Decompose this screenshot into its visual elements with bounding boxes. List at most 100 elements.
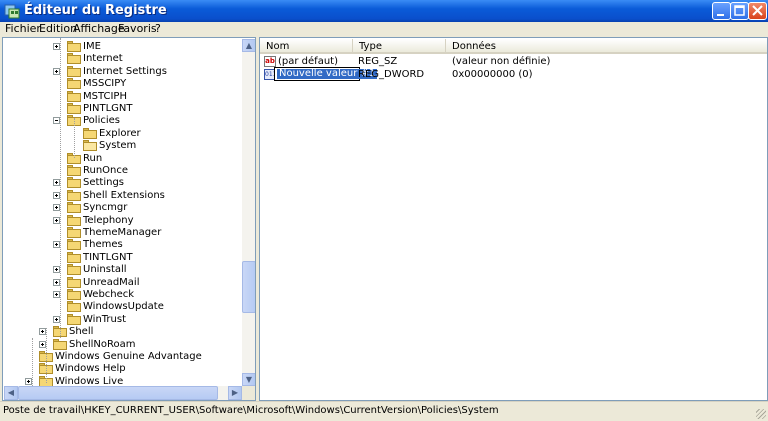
folder-icon <box>67 264 81 276</box>
expand-icon[interactable] <box>53 191 60 199</box>
string-value-icon: ab <box>264 56 276 67</box>
expand-icon[interactable] <box>53 278 60 286</box>
tree-item[interactable]: Internet Settings <box>3 65 241 78</box>
folder-icon <box>67 202 81 214</box>
value-type: REG_SZ <box>358 56 398 67</box>
column-header-type[interactable]: Type <box>353 39 446 54</box>
tree-item[interactable]: RunOnce <box>3 165 241 177</box>
tree-vertical-scrollbar[interactable]: ▲ ▼ <box>242 39 255 386</box>
scroll-thumb[interactable] <box>242 261 255 313</box>
menu-edition[interactable]: Edition <box>39 22 77 35</box>
folder-icon <box>67 289 81 300</box>
rename-value-input[interactable]: Nouvelle valeur #1 <box>274 67 378 81</box>
expand-icon[interactable] <box>25 377 32 385</box>
tree-item[interactable]: Shell Extensions <box>3 189 241 202</box>
registry-values-list[interactable]: Nom Type Données ab (par défaut) REG_SZ … <box>259 37 768 401</box>
tree-item-label: RunOnce <box>83 165 129 176</box>
menu-favoris[interactable]: Favoris <box>118 22 157 35</box>
scroll-left-button[interactable]: ◀ <box>4 386 18 400</box>
expand-icon[interactable] <box>53 179 60 187</box>
tree-item[interactable]: Run <box>3 152 241 165</box>
tree-item[interactable]: Windows Genuine Advantage <box>3 351 241 363</box>
tree-item[interactable]: ShellNoRoam <box>3 338 241 351</box>
tree-item[interactable]: Windows Help <box>3 363 241 375</box>
tree-item-label: Windows Help <box>55 363 126 375</box>
scroll-down-button[interactable]: ▼ <box>242 373 255 386</box>
expand-icon[interactable] <box>39 340 46 348</box>
tree-item[interactable]: MSSCIPY <box>3 78 241 90</box>
expand-icon[interactable] <box>53 216 60 224</box>
hscroll-thumb[interactable] <box>18 386 218 400</box>
scroll-up-button[interactable]: ▲ <box>242 39 255 52</box>
tree-item[interactable]: UnreadMail <box>3 276 241 289</box>
tree-item-label: Telephony <box>83 214 134 226</box>
menu-help[interactable]: ? <box>155 22 161 35</box>
value-data: 0x00000000 (0) <box>452 69 533 80</box>
menu-bar: Fichier Edition Affichage Favoris ? <box>0 22 768 36</box>
tree-item[interactable]: Telephony <box>3 214 241 227</box>
tree-item[interactable]: Themes <box>3 239 241 251</box>
value-type: REG_DWORD <box>358 69 425 80</box>
tree-item-label: IME <box>83 41 101 52</box>
expand-icon[interactable] <box>53 67 60 75</box>
folder-icon <box>67 301 81 313</box>
maximize-button[interactable] <box>730 2 749 20</box>
folder-icon <box>67 251 81 263</box>
status-path: Poste de travail\HKEY_CURRENT_USER\Softw… <box>3 405 499 416</box>
tree-item[interactable]: Policies <box>3 115 241 127</box>
resize-grip-icon[interactable] <box>756 409 766 419</box>
folder-icon <box>67 165 81 176</box>
expand-icon[interactable] <box>53 43 60 50</box>
folder-icon <box>67 78 81 90</box>
expand-icon[interactable] <box>53 291 60 298</box>
menu-fichier[interactable]: Fichier <box>5 22 41 35</box>
close-icon <box>752 5 763 16</box>
column-header-nom[interactable]: Nom <box>260 39 353 54</box>
folder-icon <box>53 338 67 350</box>
tree-horizontal-scrollbar[interactable]: ◀ ▶ <box>4 386 242 400</box>
tree-item[interactable]: Webcheck <box>3 289 241 301</box>
value-row[interactable]: 011 Nouvelle valeur #1 REG_DWORD 0x00000… <box>260 67 767 81</box>
tree-item-label: Shell Extensions <box>83 189 165 201</box>
expand-icon[interactable] <box>53 241 60 249</box>
tree-item[interactable]: Explorer <box>3 127 241 140</box>
tree-item[interactable]: Internet <box>3 53 241 65</box>
folder-icon <box>83 127 97 139</box>
expand-icon[interactable] <box>39 328 46 336</box>
menu-affichage[interactable]: Affichage <box>73 22 125 35</box>
tree-item-label: Run <box>83 152 103 164</box>
registry-key-tree[interactable]: IME Internet Internet Settings MSSCIPY MSTCI… <box>2 37 256 401</box>
folder-icon <box>67 103 81 114</box>
close-button[interactable] <box>748 2 767 20</box>
tree-item-label: Internet <box>83 53 123 65</box>
tree-guide-line <box>46 328 47 383</box>
tree-item-label: Syncmgr <box>83 202 128 214</box>
column-header-donnees[interactable]: Données <box>446 39 767 54</box>
expand-icon[interactable] <box>53 204 60 212</box>
scroll-right-button[interactable]: ▶ <box>228 386 242 400</box>
tree-guide-line <box>74 118 75 158</box>
tree-item[interactable]: IME <box>3 41 241 53</box>
tree-item[interactable]: PINTLGNT <box>3 103 241 115</box>
tree-item[interactable]: ThemeManager <box>3 227 241 239</box>
folder-icon <box>67 227 81 238</box>
open-folder-icon <box>83 140 97 152</box>
tree-item[interactable]: WindowsUpdate <box>3 301 241 313</box>
tree-item[interactable]: Shell <box>3 326 241 338</box>
expand-icon[interactable] <box>53 266 60 274</box>
tree-item[interactable]: TINTLGNT <box>3 251 241 264</box>
tree-item[interactable]: Settings <box>3 177 241 189</box>
tree-item[interactable]: Syncmgr <box>3 202 241 214</box>
expand-icon[interactable] <box>53 315 60 323</box>
tree-guide-line <box>60 38 61 338</box>
maximize-icon <box>734 5 745 16</box>
tree-item[interactable]: MSTCIPH <box>3 90 241 103</box>
collapse-icon[interactable] <box>53 117 60 125</box>
folder-icon <box>67 276 81 288</box>
tree-item[interactable]: System <box>3 140 241 152</box>
folder-icon <box>67 177 81 189</box>
tree-item[interactable]: Uninstall <box>3 264 241 276</box>
title-bar[interactable]: Éditeur du Registre <box>0 0 768 22</box>
tree-item[interactable]: WinTrust <box>3 313 241 326</box>
minimize-button[interactable] <box>712 2 731 20</box>
